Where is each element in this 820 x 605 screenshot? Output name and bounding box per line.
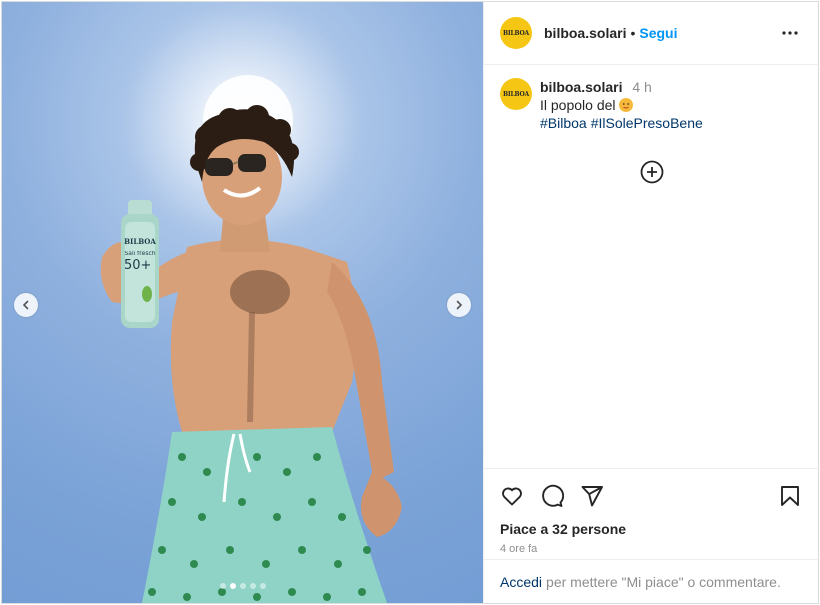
chevron-right-icon [456, 300, 463, 310]
caption-text: Il popolo del [540, 97, 616, 113]
post-media[interactable]: BILBOA Sali fresch 50+ [2, 2, 483, 603]
carousel-dot [259, 583, 266, 589]
follow-button[interactable]: Segui [639, 25, 677, 41]
login-prompt: Accedi per mettere "Mi piace" o commenta… [484, 559, 818, 603]
comment-button[interactable] [540, 484, 564, 508]
caption-time[interactable]: 4 h [632, 79, 651, 95]
likes-count[interactable]: Piace a 32 persone [500, 521, 802, 537]
add-comment-icon [640, 160, 664, 184]
post-sidebar: BILBOA bilboa.solari • Segui BILBOA bilb… [483, 2, 818, 603]
separator: • [630, 25, 636, 41]
action-icons [500, 483, 802, 509]
instagram-post: BILBOA Sali fresch 50+ BILBOA bilboa.sol… [1, 1, 819, 604]
caption-avatar[interactable]: BILBOA [500, 78, 532, 110]
caption-username[interactable]: bilboa.solari [540, 79, 622, 95]
share-icon [581, 486, 603, 507]
avatar[interactable]: BILBOA [500, 17, 532, 49]
previous-slide-button[interactable] [14, 293, 38, 317]
heart-icon [502, 487, 522, 506]
comments-section: BILBOA bilboa.solari 4 h Il popolo del #… [484, 66, 818, 468]
share-button[interactable] [580, 484, 604, 508]
like-button[interactable] [500, 484, 524, 508]
carousel-indicator [2, 583, 483, 589]
login-link[interactable]: Accedi [500, 574, 542, 590]
bookmark-icon [781, 486, 799, 506]
username-link[interactable]: bilboa.solari [544, 25, 626, 41]
carousel-dot [249, 583, 256, 589]
bottle-line: Sali fresch [124, 251, 156, 257]
carousel-dot [219, 583, 226, 589]
hot-face-emoji [619, 98, 634, 112]
post-timestamp[interactable]: 4 ore fa [500, 543, 802, 555]
caption-avatar-logo: BILBOA [503, 90, 529, 98]
hashtags: #Bilboa #IlSolePresoBene [540, 114, 703, 132]
post-photo [100, 75, 402, 603]
chevron-left-icon [22, 300, 29, 310]
more-options-button[interactable] [778, 21, 802, 45]
bottle-spf: 50+ [124, 258, 152, 273]
carousel-dot [229, 583, 236, 589]
avatar-logo: BILBOA [503, 29, 529, 37]
caption-body: bilboa.solari 4 h Il popolo del #Bilboa … [540, 78, 703, 132]
hashtag-link[interactable]: #Bilboa [540, 115, 587, 131]
hashtag-link[interactable]: #IlSolePresoBene [591, 115, 703, 131]
comment-icon [542, 484, 564, 507]
bottle-brand: BILBOA [124, 237, 156, 246]
action-bar: Piace a 32 persone 4 ore fa [484, 468, 818, 555]
bottle-label: BILBOA Sali fresch 50+ [122, 238, 158, 272]
carousel-dot [239, 583, 246, 589]
next-slide-button[interactable] [447, 293, 471, 317]
caption: BILBOA bilboa.solari 4 h Il popolo del #… [500, 78, 802, 132]
login-prompt-text: per mettere "Mi piace" o commentare. [546, 573, 781, 590]
more-icon [782, 31, 798, 35]
post-header: BILBOA bilboa.solari • Segui [484, 2, 818, 65]
save-button[interactable] [778, 484, 802, 508]
load-more-comments-button[interactable] [640, 160, 664, 184]
